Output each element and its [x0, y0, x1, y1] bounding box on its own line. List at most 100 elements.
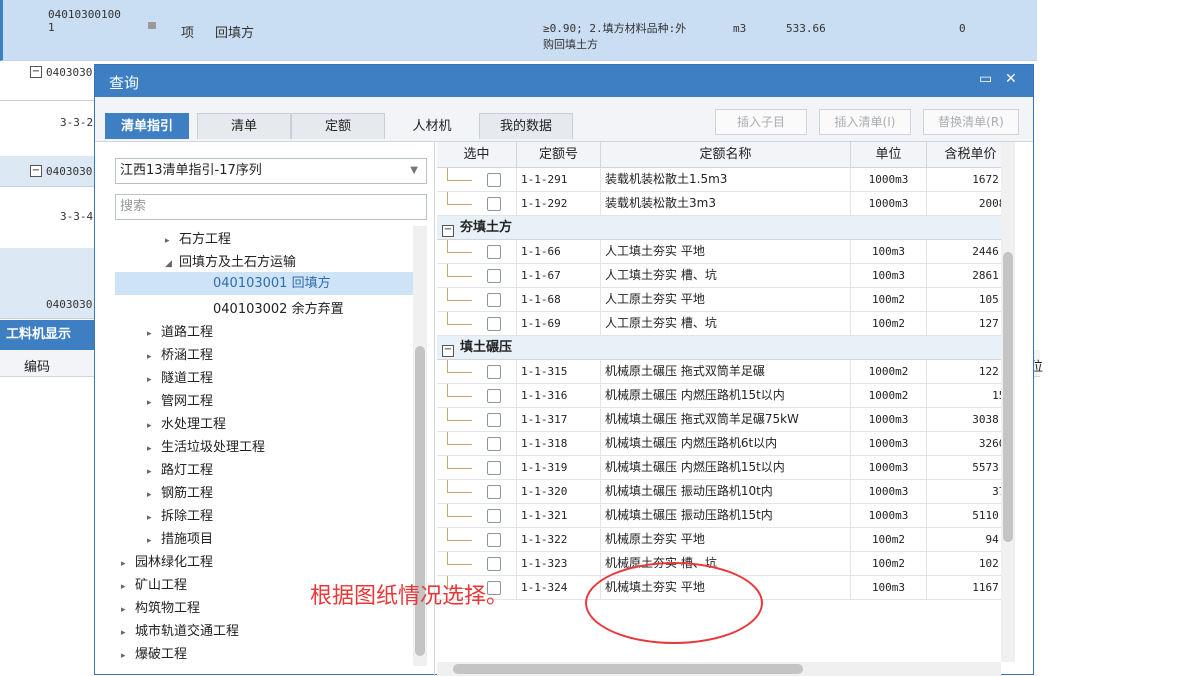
cell-select: [437, 528, 517, 551]
collapse-icon[interactable]: −: [442, 345, 454, 357]
table-row[interactable]: 1-1-321 机械填土碾压 振动压路机15t内 1000m3 5110.(: [437, 504, 1015, 528]
close-icon[interactable]: ✕: [1005, 71, 1017, 87]
grid-hscroll-thumb[interactable]: [453, 664, 803, 674]
tree-item[interactable]: ▸ 道路工程: [147, 321, 213, 340]
tree-item[interactable]: ▸ 水处理工程: [147, 413, 226, 432]
table-row[interactable]: 1-1-68 人工原土夯实 平地 100m2 105.1: [437, 288, 1015, 312]
collapse-icon[interactable]: −: [30, 165, 42, 177]
cell-unit: 1000m3: [851, 168, 927, 191]
col-header-name[interactable]: 定额名称: [601, 142, 851, 168]
cell-select: [437, 408, 517, 431]
tree-item-label: 构筑物工程: [135, 601, 201, 616]
tree-item[interactable]: ▸ 生活垃圾处理工程: [147, 436, 265, 455]
row-checkbox[interactable]: [487, 533, 501, 547]
cell-unit: 100m3: [851, 264, 927, 287]
search-input[interactable]: 搜索: [115, 194, 427, 220]
tree-item[interactable]: ▸ 城市轨道交通工程: [121, 620, 239, 639]
collapse-icon[interactable]: −: [442, 225, 454, 237]
row-checkbox[interactable]: [487, 389, 501, 403]
row-checkbox[interactable]: [487, 197, 501, 211]
tab-list[interactable]: 清单: [197, 113, 291, 139]
tree-item[interactable]: ▸ 措施项目: [147, 528, 213, 547]
cell-select: [437, 264, 517, 287]
row-checkbox[interactable]: [487, 293, 501, 307]
tree-item[interactable]: 040103002 余方弃置: [213, 298, 344, 317]
insert-list-button[interactable]: 插入清单(I): [819, 109, 911, 135]
guide-library-select[interactable]: 江西13清单指引-17序列 ▼: [115, 158, 427, 184]
col-header-select[interactable]: 选中: [437, 142, 517, 168]
row-checkbox[interactable]: [487, 509, 501, 523]
tree-item-label: 钢筋工程: [161, 486, 214, 501]
table-row[interactable]: 1-1-322 机械原土夯实 平地 100m2 94.5: [437, 528, 1015, 552]
tree-item[interactable]: ◢ 回填方及土石方运输: [165, 251, 296, 270]
cell-code: 1-1-317: [517, 408, 601, 431]
cell-name: 人工原土夯实 平地: [601, 288, 851, 311]
row-checkbox[interactable]: [487, 485, 501, 499]
table-row[interactable]: 1-1-320机械填土碾压 振动压路机10t内1000m337': [437, 480, 1015, 504]
row-checkbox[interactable]: [487, 557, 501, 571]
table-row[interactable]: 1-1-318 机械填土碾压 内燃压路机6t以内 1000m3 3260.: [437, 432, 1015, 456]
tree-connector: [447, 552, 472, 565]
row-checkbox[interactable]: [487, 317, 501, 331]
tree-item-label: 爆破工程: [135, 647, 188, 662]
material-panel-tab[interactable]: 工料机显示: [0, 320, 94, 350]
row-checkbox[interactable]: [487, 173, 501, 187]
tree-connector: [447, 456, 472, 469]
tree-item[interactable]: ▸ 矿山工程: [121, 574, 187, 593]
tree-item[interactable]: ▸ 园林绿化工程: [121, 551, 213, 570]
table-row[interactable]: 1-1-319 机械填土碾压 内燃压路机15t以内 1000m3 5573.-: [437, 456, 1015, 480]
table-row[interactable]: 1-1-316机械原土碾压 内燃压路机15t以内1000m2154: [437, 384, 1015, 408]
bg-row-unit: m3: [733, 22, 747, 35]
table-row[interactable]: 1-1-69 人工原土夯实 槽、坑 100m2 127.(: [437, 312, 1015, 336]
table-row[interactable]: 1-1-292 装载机装松散土3m3 1000m3 2008.: [437, 192, 1015, 216]
bg-row-zero: 0: [959, 22, 966, 35]
row-checkbox[interactable]: [487, 437, 501, 451]
tab-labor-material[interactable]: 人材机: [385, 113, 479, 139]
cell-select: [437, 168, 517, 191]
tree-item[interactable]: ▸ 爆破工程: [121, 643, 187, 662]
col-header-unit[interactable]: 单位: [851, 142, 927, 168]
grid-scrollbar[interactable]: [1001, 142, 1015, 662]
tree-item-label: 生活垃圾处理工程: [161, 440, 266, 455]
tree-item[interactable]: ▸ 桥涵工程: [147, 344, 213, 363]
dialog-titlebar[interactable]: 查询 ▭ ✕: [95, 65, 1033, 97]
bg-row-code: 04010300100 1: [48, 8, 121, 34]
tree-item[interactable]: ▸ 钢筋工程: [147, 482, 213, 501]
cell-code: 1-1-68: [517, 288, 601, 311]
table-row[interactable]: 1-1-315 机械原土碾压 拖式双筒羊足碾 1000m2 122.': [437, 360, 1015, 384]
table-row[interactable]: 1-1-317 机械填土碾压 拖式双筒羊足碾75kW 1000m3 3038.(: [437, 408, 1015, 432]
tab-list-guide[interactable]: 清单指引: [105, 113, 189, 139]
tree-item[interactable]: ▸ 隧道工程: [147, 367, 213, 386]
tree-item-selected[interactable]: 040103001 回填方: [115, 272, 413, 295]
tab-quota[interactable]: 定额: [291, 113, 385, 139]
tree-item[interactable]: ▸ 路灯工程: [147, 459, 213, 478]
tree-item[interactable]: ▸ 石方工程: [165, 228, 231, 247]
grid-hscrollbar[interactable]: [437, 662, 1001, 676]
row-checkbox[interactable]: [487, 245, 501, 259]
table-row[interactable]: 1-1-67 人工填土夯实 槽、坑 100m3 2861.7: [437, 264, 1015, 288]
tab-my-data[interactable]: 我的数据: [479, 113, 573, 139]
table-row[interactable]: 1-1-291 装载机装松散土1.5m3 1000m3 1672.5: [437, 168, 1015, 192]
tree-item[interactable]: ▸ 构筑物工程: [121, 597, 200, 616]
group-row[interactable]: − 填土碾压: [437, 336, 1015, 360]
row-checkbox[interactable]: [487, 413, 501, 427]
row-checkbox[interactable]: [487, 461, 501, 475]
bg-selected-row[interactable]: 04010300100 1 项 回填方 ≥0.90; 2.填方材料品种:外 购回…: [0, 0, 1037, 61]
insert-subitem-button[interactable]: 插入子目: [715, 109, 807, 135]
bg-row-name: 回填方: [215, 26, 255, 41]
bg-row-code: 0403030: [46, 298, 93, 311]
tree-item[interactable]: ▸ 拆除工程: [147, 505, 213, 524]
grid-scroll-thumb[interactable]: [1003, 252, 1013, 542]
col-header-code[interactable]: 定额号: [517, 142, 601, 168]
cell-code: 1-1-320: [517, 480, 601, 503]
tree-item[interactable]: ▸ 管网工程: [147, 390, 213, 409]
cell-select: [437, 384, 517, 407]
group-row[interactable]: − 夯填土方: [437, 216, 1015, 240]
maximize-icon[interactable]: ▭: [979, 71, 992, 87]
table-row[interactable]: 1-1-66 人工填土夯实 平地 100m3 2446.(: [437, 240, 1015, 264]
collapse-icon[interactable]: −: [30, 66, 42, 78]
tree-connector: [447, 264, 472, 277]
row-checkbox[interactable]: [487, 269, 501, 283]
row-checkbox[interactable]: [487, 365, 501, 379]
replace-list-button[interactable]: 替换清单(R): [923, 109, 1019, 135]
